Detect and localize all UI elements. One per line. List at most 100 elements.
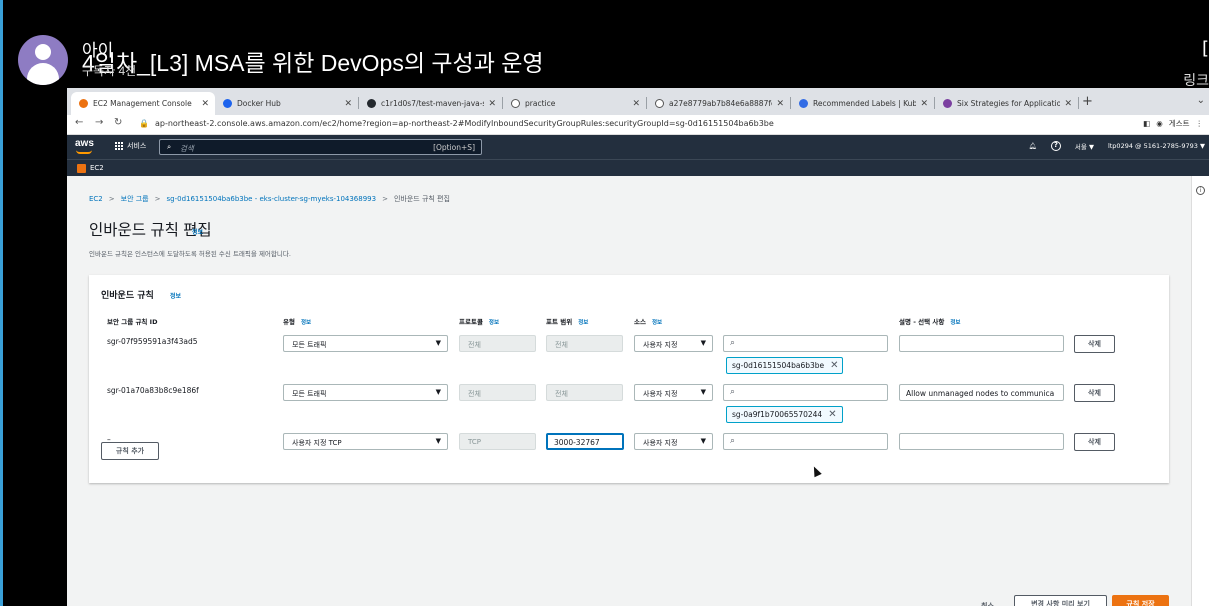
tab-practice[interactable]: practice ✕ (503, 92, 646, 115)
port-range-input[interactable]: 3000-32767 (546, 433, 624, 450)
info-link[interactable]: 정보 (652, 320, 662, 326)
source-type-value: 사용자 지정 (643, 439, 678, 447)
kebab-menu-icon[interactable]: ⋮ (1196, 119, 1204, 128)
forward-icon[interactable]: → (95, 117, 103, 128)
globe-favicon-icon (511, 99, 520, 108)
tab-label: c1r1d0s7/test-maven-java-spr (381, 99, 485, 108)
close-tab-icon[interactable]: ✕ (1064, 99, 1072, 109)
link-label[interactable]: 링크 (1183, 70, 1209, 90)
info-link[interactable]: 정보 (578, 320, 588, 326)
type-select[interactable]: 사용자 지정 TCP ▼ (283, 433, 448, 450)
panel-info-link[interactable]: 정보 (170, 291, 181, 300)
help-icon[interactable]: ? (1050, 141, 1061, 151)
account-menu[interactable]: ltp0294 @ 5161-2785-9793 ▼ (1108, 142, 1205, 150)
region-selector[interactable]: 서울 ▼ (1075, 141, 1094, 151)
back-icon[interactable]: ← (75, 117, 83, 128)
type-value: 모든 트래픽 (292, 390, 327, 398)
header-protocol: 프로토콜 정보 (459, 316, 499, 326)
breadcrumb-security-groups[interactable]: 보안 그룹 (121, 195, 149, 203)
add-rule-button[interactable]: 규칙 추가 (101, 442, 159, 460)
lock-icon: 🔒 (139, 119, 149, 128)
aws-smile-icon (76, 150, 92, 154)
caret-down-icon: ▼ (700, 437, 706, 445)
type-select[interactable]: 모든 트래픽 ▼ (283, 384, 448, 401)
source-search-input[interactable]: ⌕ (723, 433, 888, 450)
info-icon[interactable]: i (1196, 186, 1205, 195)
remove-token-icon[interactable]: ✕ (828, 409, 840, 420)
new-tab-icon[interactable]: + (1082, 94, 1093, 109)
ec2-icon (77, 164, 86, 173)
delete-button[interactable]: 삭제 (1074, 335, 1115, 353)
source-type-select[interactable]: 사용자 지정 ▼ (634, 433, 713, 450)
reload-icon[interactable]: ↻ (114, 117, 122, 128)
source-search-input[interactable]: ⌕ (723, 384, 888, 401)
type-select[interactable]: 모든 트래픽 ▼ (283, 335, 448, 352)
bell-icon[interactable]: 🔔︎ (1029, 142, 1037, 150)
info-link[interactable]: 정보 (301, 320, 311, 326)
protocol-field: 전체 (459, 384, 536, 401)
token-label: sg-0a9f1b70065570244 (732, 410, 823, 419)
delete-button[interactable]: 삭제 (1074, 384, 1115, 402)
video-title: 4일차_[L3] MSA를 위한 DevOps의 구성과 운영 (82, 50, 544, 76)
description-input[interactable]: Allow unmanaged nodes to communica (899, 384, 1064, 401)
info-link[interactable]: 정보 (489, 320, 499, 326)
cancel-button[interactable]: 취소 (981, 601, 994, 606)
close-tab-icon[interactable]: ✕ (776, 99, 784, 109)
close-tab-icon[interactable]: ✕ (920, 99, 928, 109)
profile-label[interactable]: 게스트 (1169, 118, 1190, 129)
chevron-down-icon[interactable]: ⌄ (1197, 95, 1205, 106)
source-type-select[interactable]: 사용자 지정 ▼ (634, 335, 713, 352)
aws-search-input[interactable]: ⌕ 검색 [Option+S] (159, 139, 482, 155)
header-label: 소스 (634, 318, 646, 326)
header-rule-id: 보안 그룹 규칙 ID (107, 316, 157, 326)
source-search-input[interactable]: ⌕ (723, 335, 888, 352)
tab-docker-hub[interactable]: Docker Hub ✕ (215, 92, 358, 115)
grid-icon (115, 142, 123, 150)
tab-github[interactable]: c1r1d0s7/test-maven-java-spr ✕ (359, 92, 502, 115)
browser-actions: ◧ ◉ 게스트 ⋮ (1143, 118, 1203, 129)
description-input[interactable] (899, 335, 1064, 352)
save-rules-button[interactable]: 규칙 저장 (1112, 595, 1169, 606)
service-label[interactable]: EC2 (90, 164, 104, 172)
breadcrumb-security-group[interactable]: sg-0d16151504ba6b3be - eks-cluster-sg-my… (167, 195, 377, 203)
close-tab-icon[interactable]: ✕ (488, 99, 496, 109)
header-right: 🔔︎ ? 서울 ▼ ltp0294 @ 5161-2785-9793 ▼ (1029, 141, 1205, 151)
page-info-link[interactable]: 정보 (192, 227, 203, 236)
profile-icon[interactable]: ◉ (1156, 119, 1163, 128)
channel-avatar[interactable] (18, 35, 68, 85)
services-menu[interactable]: 서비스 (115, 141, 146, 151)
tab-label: Recommended Labels | Kuber (813, 99, 917, 108)
sidepanel-icon[interactable]: ◧ (1143, 119, 1150, 128)
source-type-select[interactable]: 사용자 지정 ▼ (634, 384, 713, 401)
caret-down-icon: ▼ (435, 437, 441, 445)
tab-kubernetes[interactable]: Recommended Labels | Kuber ✕ (791, 92, 934, 115)
preview-changes-button[interactable]: 변경 사항 미리 보기 (1014, 595, 1107, 606)
close-tab-icon[interactable]: ✕ (201, 99, 209, 109)
header-label: 프로토콜 (459, 318, 483, 326)
description-input[interactable] (899, 433, 1064, 450)
protocol-value: 전체 (468, 390, 481, 398)
tab-ec2-console[interactable]: EC2 Management Console ✕ (71, 92, 215, 115)
tab-hash[interactable]: a27e8779ab7b84e6a8887fc5 ✕ (647, 92, 790, 115)
header-description: 설명 - 선택 사항 정보 (899, 316, 961, 326)
aws-logo[interactable]: aws (75, 138, 94, 149)
breadcrumb: EC2 > 보안 그룹 > sg-0d16151504ba6b3be - eks-clu… (89, 194, 450, 204)
kubernetes-favicon-icon (799, 99, 808, 108)
description-value: Allow unmanaged nodes to communica (906, 389, 1055, 398)
avatar-body (27, 63, 59, 85)
url-field[interactable]: 🔒 ap-northeast-2.console.aws.amazon.com/e… (139, 119, 774, 128)
info-link[interactable]: 정보 (950, 320, 960, 326)
tab-label: Six Strategies for Application D (957, 99, 1061, 108)
delete-button[interactable]: 삭제 (1074, 433, 1115, 451)
close-tab-icon[interactable]: ✕ (344, 99, 352, 109)
header-port: 포트 범위 정보 (546, 316, 588, 326)
chevron-right-icon: > (154, 195, 161, 203)
breadcrumb-ec2[interactable]: EC2 (89, 195, 103, 203)
remove-token-icon[interactable]: ✕ (830, 360, 842, 371)
page-description: 인바운드 규칙은 인스턴스에 도달하도록 허용된 수신 트래픽을 제어합니다. (89, 250, 291, 258)
rule-id: sgr-07f959591a3f43ad5 (107, 337, 198, 346)
tab-six-strategies[interactable]: Six Strategies for Application D ✕ (935, 92, 1078, 115)
header-label: 유형 (283, 318, 295, 326)
close-tab-icon[interactable]: ✕ (632, 99, 640, 109)
tab-strip: EC2 Management Console ✕ Docker Hub ✕ c1… (67, 88, 1209, 115)
